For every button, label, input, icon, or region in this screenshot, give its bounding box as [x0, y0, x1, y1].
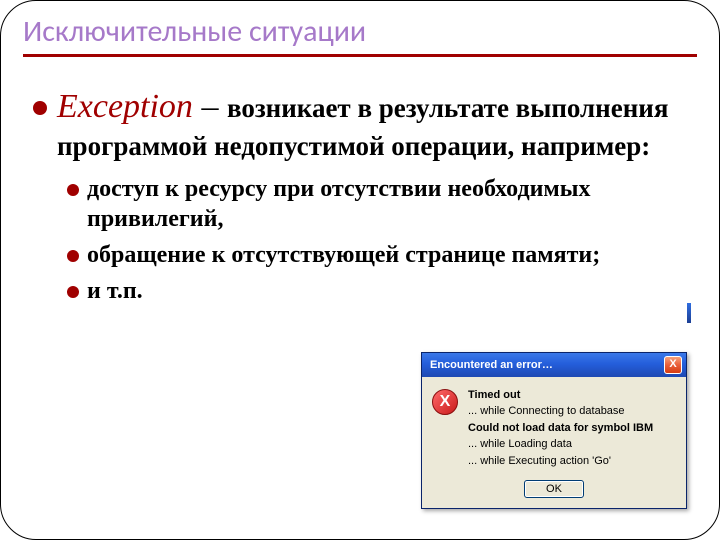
message-line: ... while Executing action 'Go': [468, 453, 653, 470]
bullet-icon: [67, 286, 79, 298]
dialog-body: X Timed out ... while Connecting to data…: [422, 377, 686, 480]
dash: –: [193, 88, 227, 125]
main-text: Exception – возникает в результате выпол…: [57, 85, 691, 164]
slide-frame: Исключительные ситуации Exception – возн…: [0, 0, 720, 540]
dialog-button-row: OK: [422, 479, 686, 508]
message-line: Timed out: [468, 387, 653, 404]
bullet-icon: [33, 101, 47, 115]
list-item: обращение к отсутствующей странице памят…: [67, 240, 691, 270]
bullet-icon: [67, 184, 79, 196]
sub-text: и т.п.: [87, 276, 143, 306]
dialog-message: Timed out ... while Connecting to databa…: [468, 387, 653, 470]
error-dialog: Encountered an error… X X Timed out ... …: [421, 352, 687, 510]
title-underline: [23, 54, 697, 57]
dialog-title: Encountered an error…: [430, 359, 553, 371]
message-line: ... while Loading data: [468, 436, 653, 453]
error-icon: X: [432, 389, 458, 415]
sub-text: доступ к ресурсу при отсутствии необходи…: [87, 174, 691, 234]
sub-text: обращение к отсутствующей странице памят…: [87, 240, 600, 270]
title-block: Исключительные ситуации: [23, 13, 697, 57]
list-item: и т.п.: [67, 276, 691, 306]
exception-term: Exception: [57, 88, 193, 125]
ok-button[interactable]: OK: [524, 480, 584, 498]
message-line: Could not load data for symbol IBM: [468, 420, 653, 437]
list-item: Exception – возникает в результате выпол…: [33, 85, 691, 164]
sub-list: доступ к ресурсу при отсутствии необходи…: [33, 174, 691, 306]
list-item: доступ к ресурсу при отсутствии необходи…: [67, 174, 691, 234]
slide-title: Исключительные ситуации: [23, 13, 697, 54]
background-window-edge: [687, 303, 691, 323]
content-area: Exception – возникает в результате выпол…: [23, 65, 697, 306]
bullet-icon: [67, 250, 79, 262]
close-icon[interactable]: X: [664, 356, 682, 374]
message-line: ... while Connecting to database: [468, 403, 653, 420]
dialog-titlebar[interactable]: Encountered an error… X: [422, 353, 686, 377]
